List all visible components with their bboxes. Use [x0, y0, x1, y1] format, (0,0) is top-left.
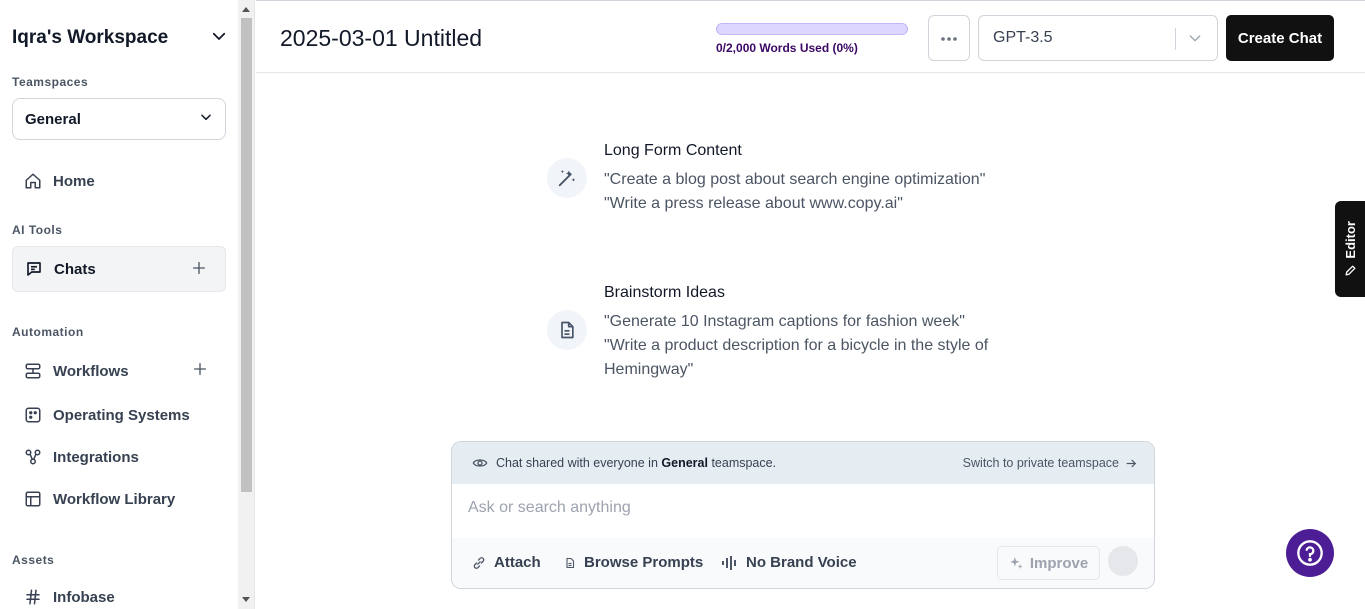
hash-icon [24, 588, 42, 606]
add-chat-icon[interactable] [191, 260, 209, 278]
document-icon [564, 556, 576, 570]
scroll-thumb[interactable] [241, 18, 252, 492]
model-selected: GPT-3.5 [993, 29, 1053, 46]
ai-tools-label: AI Tools [12, 223, 63, 237]
top-bar: 2025-03-01 Untitled 0/2,000 Words Used (… [256, 0, 1365, 73]
composer-toolbar: Attach Browse Prompts No Brand Voice Imp… [452, 538, 1154, 588]
model-select[interactable]: GPT-3.5 [978, 15, 1218, 61]
sidebar-item-workflow-library[interactable]: Workflow Library [12, 479, 226, 519]
teamspaces-label: Teamspaces [12, 75, 89, 89]
more-options-button[interactable] [928, 15, 970, 61]
chevron-down-icon [199, 110, 213, 128]
assets-label: Assets [12, 553, 55, 567]
sidebar-item-infobase[interactable]: Infobase [12, 577, 226, 609]
create-chat-button[interactable]: Create Chat [1226, 15, 1334, 61]
editor-tab-label: Editor [1342, 220, 1358, 259]
suggestion-title: Brainstorm Ideas [604, 284, 725, 301]
brand-voice-button[interactable]: No Brand Voice [722, 554, 857, 571]
switch-private-label: Switch to private teamspace [962, 456, 1119, 470]
browse-prompts-label: Browse Prompts [584, 554, 704, 571]
chevron-down-icon [210, 27, 228, 50]
brand-voice-label: No Brand Voice [746, 554, 857, 571]
workspace-title: Iqra's Workspace [12, 27, 169, 48]
attach-label: Attach [494, 554, 541, 571]
usage-progress-bar [716, 23, 908, 35]
sidebar-item-home[interactable]: Home [12, 161, 226, 201]
share-prefix: Chat shared with everyone in [496, 456, 658, 470]
browse-prompts-button[interactable]: Browse Prompts [564, 554, 703, 571]
select-divider [1175, 28, 1176, 50]
scroll-down-arrow[interactable] [242, 597, 250, 602]
chat-icon [25, 260, 43, 278]
editor-tab[interactable]: Editor [1335, 201, 1365, 297]
operating-systems-icon [24, 406, 42, 424]
word-usage: 0/2,000 Words Used (0%) [716, 23, 908, 55]
help-button[interactable] [1286, 529, 1334, 577]
share-suffix: teamspace. [711, 456, 777, 470]
sidebar-item-label: Integrations [53, 448, 139, 466]
share-notice: Chat shared with everyone in General tea… [452, 442, 1154, 484]
chat-composer: Chat shared with everyone in General tea… [451, 441, 1155, 589]
audio-wave-icon [722, 555, 738, 570]
add-workflow-icon[interactable] [192, 361, 210, 379]
magic-wand-icon [547, 158, 587, 198]
question-icon [1296, 539, 1324, 567]
suggestion-prompt[interactable]: "Generate 10 Instagram captions for fash… [604, 310, 1044, 334]
pencil-icon [1344, 264, 1357, 277]
sidebar-item-integrations[interactable]: Integrations [12, 437, 226, 477]
sidebar-item-label: Operating Systems [53, 406, 190, 424]
sidebar: Iqra's Workspace Teamspaces General Home… [0, 0, 238, 609]
eye-icon [472, 455, 488, 471]
sidebar-item-label: Workflow Library [53, 490, 176, 508]
workflows-icon [24, 362, 42, 380]
link-icon [472, 556, 486, 570]
improve-button[interactable]: Improve [997, 546, 1100, 580]
ellipsis-icon [940, 29, 958, 47]
teamspace-select[interactable]: General [12, 98, 226, 140]
suggestion-title: Long Form Content [604, 142, 742, 159]
library-icon [24, 490, 42, 508]
suggestion-prompt[interactable]: "Write a press release about www.copy.ai… [604, 192, 1044, 216]
document-title[interactable]: 2025-03-01 Untitled [280, 25, 482, 52]
attach-button[interactable]: Attach [472, 554, 541, 571]
integrations-icon [24, 448, 42, 466]
sidebar-item-label: Home [53, 172, 95, 190]
teamspace-selected: General [25, 110, 81, 128]
sidebar-item-workflows[interactable]: Workflows [12, 351, 226, 391]
suggestion-prompt[interactable]: "Write a product description for a bicyc… [604, 334, 1044, 382]
suggestion-brainstorm: Brainstorm Ideas "Generate 10 Instagram … [547, 284, 1067, 384]
sidebar-scrollbar[interactable] [238, 0, 255, 609]
workspace-switcher[interactable]: Iqra's Workspace [12, 26, 228, 50]
suggestion-long-form: Long Form Content "Create a blog post ab… [547, 142, 1067, 222]
document-icon [547, 310, 587, 350]
arrow-right-icon [1125, 457, 1138, 470]
share-team: General [661, 456, 708, 470]
improve-label: Improve [1029, 554, 1089, 572]
scroll-up-arrow[interactable] [242, 7, 250, 12]
sidebar-item-label: Infobase [53, 588, 115, 606]
sidebar-item-operating-systems[interactable]: Operating Systems [12, 395, 226, 435]
sidebar-item-chats[interactable]: Chats [12, 246, 226, 292]
suggestion-prompt[interactable]: "Create a blog post about search engine … [604, 168, 1044, 192]
home-icon [24, 172, 42, 190]
sidebar-item-label: Chats [54, 260, 96, 278]
usage-text: 0/2,000 Words Used (0%) [716, 41, 858, 55]
send-button[interactable] [1108, 546, 1138, 576]
switch-private-link[interactable]: Switch to private teamspace [963, 456, 1138, 470]
automation-label: Automation [12, 325, 84, 339]
sparkle-icon [1009, 556, 1023, 570]
chevron-down-icon [1187, 30, 1203, 51]
sidebar-item-label: Workflows [53, 362, 129, 380]
chat-input[interactable] [468, 496, 1138, 520]
